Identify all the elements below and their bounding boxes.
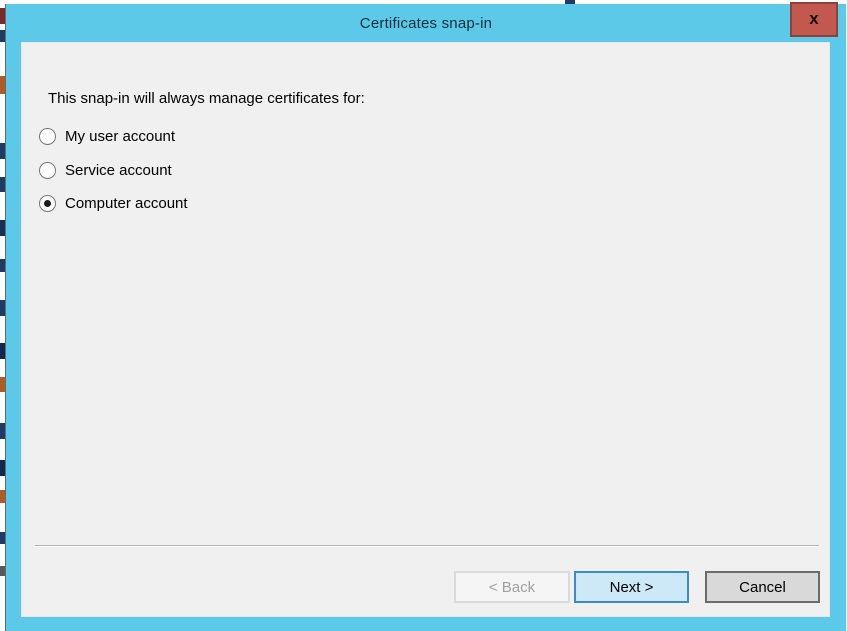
radio-icon	[39, 162, 56, 179]
radio-icon	[39, 128, 56, 145]
radio-label: My user account	[65, 128, 175, 145]
radio-option-my-user-account[interactable]: My user account	[39, 127, 175, 145]
title-bar: Certificates snap-in x	[6, 4, 846, 42]
radio-label: Computer account	[65, 195, 188, 212]
radio-label: Service account	[65, 162, 172, 179]
dialog-title: Certificates snap-in	[360, 15, 492, 32]
radio-option-computer-account[interactable]: Computer account	[39, 194, 188, 212]
next-button[interactable]: Next >	[574, 571, 689, 603]
footer-separator	[35, 545, 819, 547]
radio-icon	[39, 195, 56, 212]
dialog-content: This snap-in will always manage certific…	[21, 42, 830, 617]
close-button[interactable]: x	[790, 2, 838, 37]
certificates-snap-in-dialog: Certificates snap-in x This snap-in will…	[5, 4, 846, 631]
radio-option-service-account[interactable]: Service account	[39, 161, 172, 179]
instruction-text: This snap-in will always manage certific…	[48, 90, 365, 107]
back-button[interactable]: < Back	[454, 571, 570, 603]
cancel-button[interactable]: Cancel	[705, 571, 820, 603]
close-icon: x	[809, 10, 818, 27]
